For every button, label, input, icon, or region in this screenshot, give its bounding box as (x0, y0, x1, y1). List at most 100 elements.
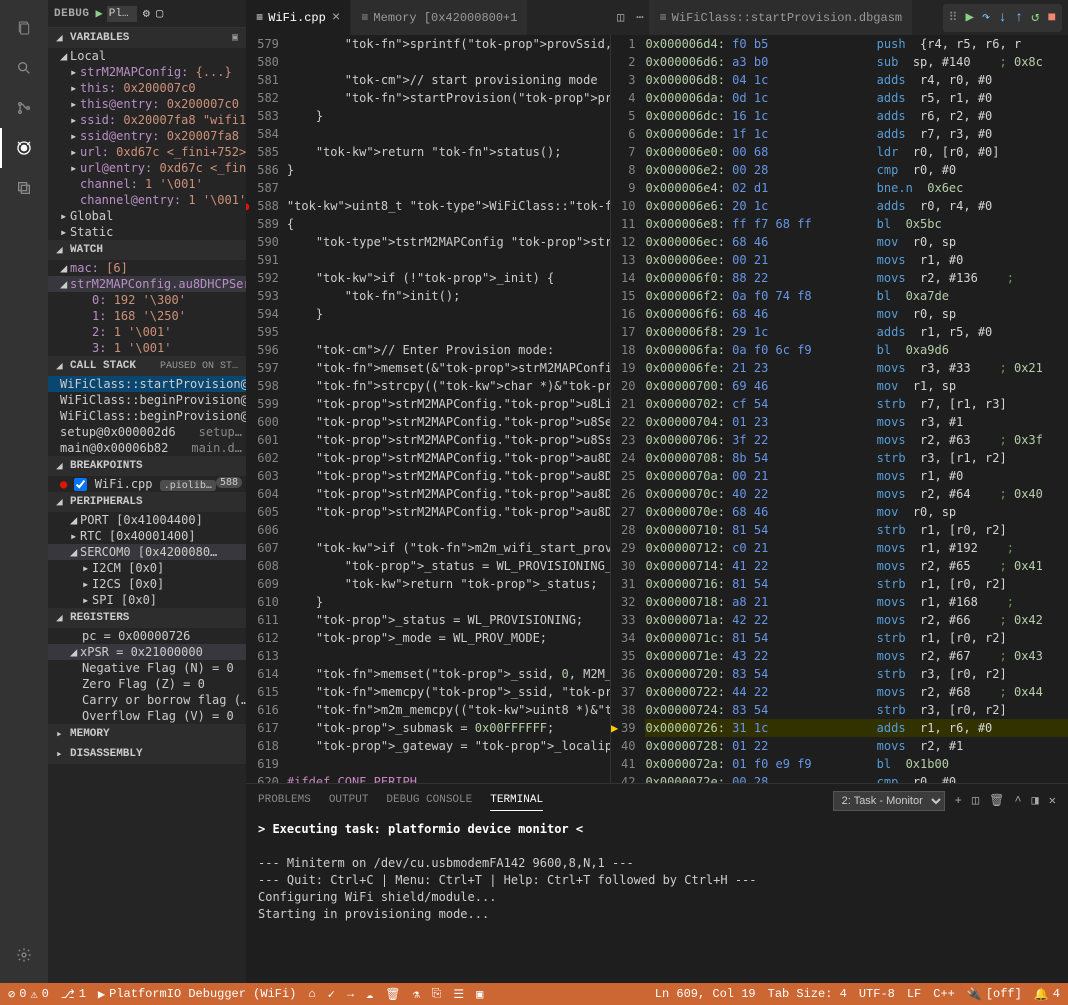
watch-row[interactable]: 2: 1 '\001' (48, 324, 246, 340)
kill-terminal-icon[interactable]: 🗑 (989, 793, 1004, 808)
variables-header[interactable]: ◢VARIABLES▣ (48, 28, 246, 48)
home-icon[interactable]: ⌂ (308, 987, 315, 1001)
watch-row[interactable]: ◢mac: [6] (48, 260, 246, 276)
variable-row[interactable]: ▸url: 0xd67c <_fini+752>… (48, 144, 246, 160)
status-task[interactable]: ▶ PlatformIO Debugger (WiFi) (98, 987, 296, 1002)
callstack-header[interactable]: ◢CALL STACKPAUSED ON ST… (48, 356, 246, 376)
peripheral-row[interactable]: ▸I2CS [0x0] (48, 576, 246, 592)
close-panel-icon[interactable]: ✕ (1049, 793, 1056, 808)
terminal-output[interactable]: > Executing task: platformio device moni… (246, 817, 1068, 927)
eol[interactable]: LF (907, 987, 921, 1002)
breakpoints-header[interactable]: ◢BREAKPOINTS (48, 456, 246, 476)
panel-tab[interactable]: TERMINAL (490, 790, 543, 811)
disassembly-header[interactable]: ▸DISASSEMBLY (48, 744, 246, 764)
debug-icon[interactable] (0, 128, 48, 168)
watch-row[interactable]: 3: 1 '\001' (48, 340, 246, 356)
peripheral-row[interactable]: ◢PORT [0x41004400] (48, 512, 246, 528)
register-row[interactable]: pc = 0x00000726 (48, 628, 246, 644)
register-row[interactable]: Zero Flag (Z) = 0 (48, 676, 246, 692)
terminal-selector[interactable]: 2: Task - Monitor (833, 791, 945, 811)
variable-row[interactable]: ▸strM2MAPConfig: {...} (48, 64, 246, 80)
variable-row[interactable]: channel: 1 '\001' (48, 176, 246, 192)
peripheral-row[interactable]: ▸I2CM [0x0] (48, 560, 246, 576)
peripheral-row[interactable]: ▸RTC [0x40001400] (48, 528, 246, 544)
test-icon[interactable]: ⚗ (412, 987, 419, 1002)
tab-size[interactable]: Tab Size: 4 (768, 987, 847, 1002)
scope-row[interactable]: ▸Global (48, 208, 246, 224)
scm-icon[interactable] (0, 88, 48, 128)
register-row[interactable]: Negative Flag (N) = 0 (48, 660, 246, 676)
encoding[interactable]: UTF-8 (859, 987, 895, 1002)
register-row[interactable]: Carry or borrow flag (… (48, 692, 246, 708)
stackframe-row[interactable]: WiFiClass::beginProvision@ (48, 408, 246, 424)
variable-row[interactable]: ▸this@entry: 0x200007c0 <… (48, 96, 246, 112)
debug-console-icon[interactable]: ▢ (156, 6, 163, 21)
debug-settings-icon[interactable]: ⚙ (143, 6, 150, 21)
watch-header[interactable]: ◢WATCH (48, 240, 246, 260)
stackframe-row[interactable]: setup@0x000002d6setup… (48, 424, 246, 440)
maximize-icon[interactable]: ^ (1014, 794, 1021, 808)
peripherals-header[interactable]: ◢PERIPHERALS (48, 492, 246, 512)
step-into-icon[interactable]: ↓ (998, 10, 1006, 26)
disassembly-editor[interactable]: 1234567891011121314151617181920212223242… (611, 35, 1068, 783)
register-row[interactable]: ◢xPSR = 0x21000000 (48, 644, 246, 660)
peripheral-row[interactable]: ◢SERCOM0 [0x4200080… (48, 544, 246, 560)
step-over-icon[interactable]: ↷ (982, 9, 990, 26)
start-debug-icon[interactable]: ▶ (96, 6, 103, 21)
term-icon[interactable]: ▣ (476, 987, 483, 1002)
collapse-icon[interactable]: ▣ (232, 32, 238, 44)
panel-tab[interactable]: PROBLEMS (258, 790, 311, 811)
variable-row[interactable]: ▸ssid@entry: 0x20007fa8 … (48, 128, 246, 144)
watch-row[interactable]: 0: 192 '\300' (48, 292, 246, 308)
stackframe-row[interactable]: WiFiClass::startProvision@ (48, 376, 246, 392)
register-row[interactable]: Overflow Flag (V) = 0 (48, 708, 246, 724)
memory-header[interactable]: ▸MEMORY (48, 724, 246, 744)
peripheral-row[interactable]: ▸SPI [0x0] (48, 592, 246, 608)
step-out-icon[interactable]: ↑ (1015, 10, 1023, 26)
panel-tab[interactable]: DEBUG CONSOLE (386, 790, 472, 811)
explorer-icon[interactable] (0, 8, 48, 48)
search-icon[interactable] (0, 48, 48, 88)
notifications[interactable]: 🔔 4 (1034, 987, 1060, 1002)
tasks-icon[interactable]: ☰ (453, 987, 464, 1002)
grip-icon[interactable]: ⠿ (949, 10, 958, 25)
close-tab-icon[interactable]: × (332, 10, 340, 26)
variable-row[interactable]: channel@entry: 1 '\001' (48, 192, 246, 208)
split-terminal-icon[interactable]: ◫ (972, 793, 979, 808)
scope-row[interactable]: ◢Local (48, 48, 246, 64)
clean-icon[interactable]: ☁ (366, 987, 373, 1002)
continue-icon[interactable]: ▶ (965, 9, 973, 26)
toggle-panel-icon[interactable]: ◨ (1032, 793, 1039, 808)
variable-row[interactable]: ▸this: 0x200007c0 (48, 80, 246, 96)
status-git[interactable]: ⎇ 1 (61, 987, 86, 1002)
restart-icon[interactable]: ↺ (1031, 9, 1039, 26)
port[interactable]: 🔌 [off] (967, 987, 1022, 1002)
breakpoint-row[interactable]: ● WiFi.cpp .piolib… 588 (48, 476, 246, 492)
serial-icon[interactable]: ⎘ (432, 987, 442, 1001)
watch-row[interactable]: 1: 168 '\250' (48, 308, 246, 324)
upload-icon[interactable]: → (347, 987, 354, 1001)
more-icon[interactable]: ⋯ (630, 0, 649, 35)
scope-row[interactable]: ▸Static (48, 224, 246, 240)
debug-config-select[interactable]: Pl… (107, 6, 137, 22)
stackframe-row[interactable]: main@0x00006b82main.d… (48, 440, 246, 456)
settings-gear-icon[interactable] (0, 935, 48, 975)
code-editor[interactable]: 5795805815825835845855865875885895905915… (246, 35, 611, 783)
registers-header[interactable]: ◢REGISTERS (48, 608, 246, 628)
split-icon[interactable]: ◫ (611, 0, 630, 35)
editor-tab[interactable]: ≡WiFi.cpp× (246, 0, 351, 35)
status-errors[interactable]: ⊘ 0 ⚠ 0 (8, 987, 49, 1002)
editor-tab[interactable]: ≡WiFiClass::startProvision.dbgasm (649, 0, 913, 35)
new-terminal-icon[interactable]: + (955, 794, 962, 808)
editor-tab[interactable]: ≡Memory [0x42000800+1 (351, 0, 528, 35)
lang-mode[interactable]: C++ (933, 987, 955, 1002)
build-icon[interactable]: ✓ (328, 987, 335, 1002)
variable-row[interactable]: ▸url@entry: 0xd67c <_fin… (48, 160, 246, 176)
variable-row[interactable]: ▸ssid: 0x20007fa8 "wifi1… (48, 112, 246, 128)
stop-icon[interactable]: ■ (1048, 10, 1056, 26)
watch-row[interactable]: ◢strM2MAPConfig.au8DHCPSer… (48, 276, 246, 292)
platformio-icon[interactable] (0, 168, 48, 208)
cursor-pos[interactable]: Ln 609, Col 19 (655, 987, 756, 1002)
stackframe-row[interactable]: WiFiClass::beginProvision@ (48, 392, 246, 408)
trash-icon[interactable]: 🗑 (385, 987, 400, 1002)
